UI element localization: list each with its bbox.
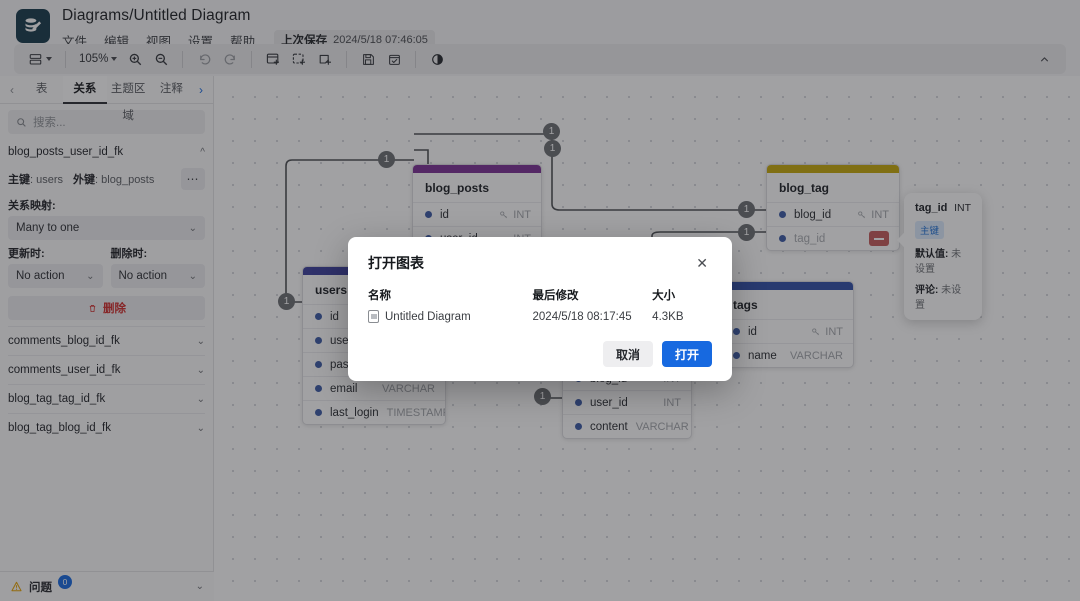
file-name: Untitled Diagram: [385, 311, 471, 323]
file-table: 名称 最后修改 大小 Untitled Diagram 2024/5/18 08…: [368, 287, 712, 323]
modal-actions: 取消 打开: [368, 341, 712, 367]
cancel-button[interactable]: 取消: [603, 341, 653, 367]
modal-header: 打开图表 ✕: [368, 253, 712, 273]
open-button[interactable]: 打开: [662, 341, 712, 367]
file-modified: 2024/5/18 08:17:45: [533, 311, 653, 323]
open-diagram-modal: 打开图表 ✕ 名称 最后修改 大小 Untitled Diagram 2024/…: [348, 237, 732, 381]
file-icon: [368, 310, 379, 323]
app-root: Diagrams/Untitled Diagram 文件 编辑 视图 设置 帮助…: [0, 0, 1080, 601]
column-header-size: 大小: [652, 287, 712, 303]
modal-title: 打开图表: [368, 253, 424, 273]
close-icon[interactable]: ✕: [692, 254, 712, 272]
column-header-name: 名称: [368, 287, 533, 303]
file-name-cell: Untitled Diagram: [368, 310, 533, 323]
column-header-modified: 最后修改: [533, 287, 653, 303]
file-size: 4.3KB: [652, 311, 712, 323]
file-table-header: 名称 最后修改 大小: [368, 287, 712, 303]
table-row[interactable]: Untitled Diagram 2024/5/18 08:17:45 4.3K…: [368, 310, 712, 323]
